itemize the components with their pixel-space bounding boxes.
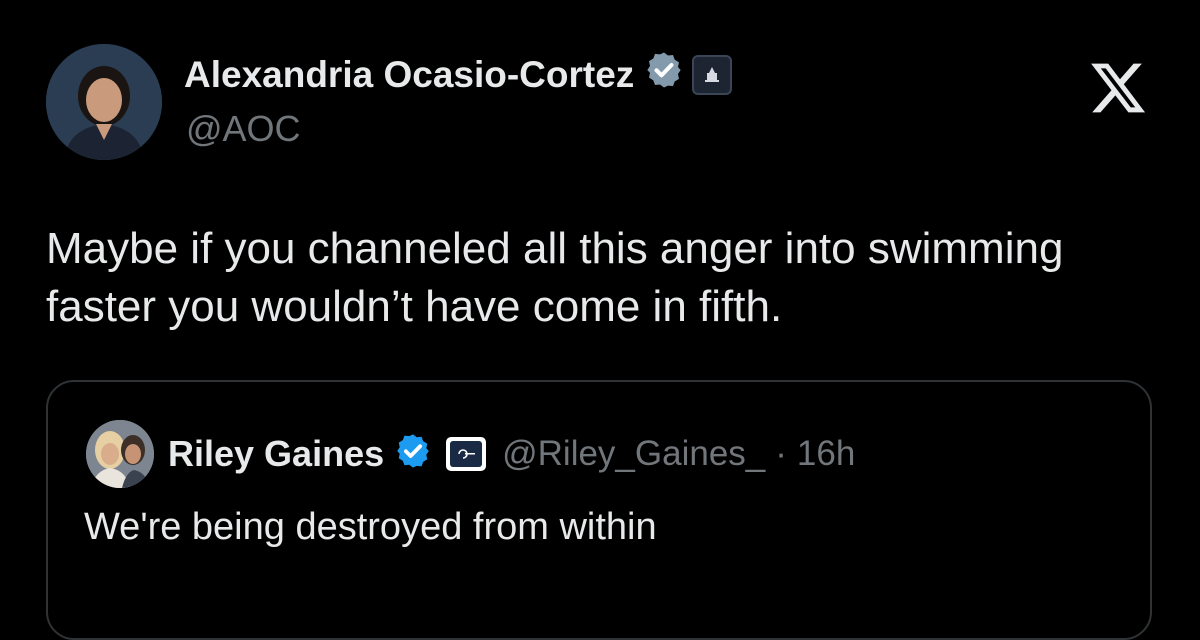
author-name-row: Alexandria Ocasio-Cortez: [184, 50, 733, 99]
quoted-tweet-header: Riley Gaines @Riley_Gaines_ · 16h: [168, 432, 855, 475]
capitol-icon[interactable]: [692, 54, 733, 95]
quoted-author-handle[interactable]: @Riley_Gaines_: [502, 434, 765, 474]
author-avatar[interactable]: [46, 44, 162, 160]
quoted-tweet-timestamp[interactable]: 16h: [797, 434, 855, 474]
org-logo-icon[interactable]: [446, 436, 487, 471]
quoted-tweet-card[interactable]: Riley Gaines @Riley_Gaines_ · 16h We're …: [46, 380, 1152, 640]
x-logo-icon: [1088, 58, 1148, 123]
separator-dot: ·: [775, 433, 787, 473]
verified-badge-icon: [394, 432, 432, 475]
quoted-author-name[interactable]: Riley Gaines: [168, 433, 384, 475]
author-handle[interactable]: @AOC: [186, 108, 301, 150]
tweet-text: Maybe if you channeled all this anger in…: [46, 224, 1064, 331]
quoted-author-avatar[interactable]: [86, 420, 154, 488]
quoted-tweet-text: We're being destroyed from within: [84, 506, 657, 548]
author-name[interactable]: Alexandria Ocasio-Cortez: [184, 54, 634, 96]
verified-badge-icon: [644, 50, 684, 99]
